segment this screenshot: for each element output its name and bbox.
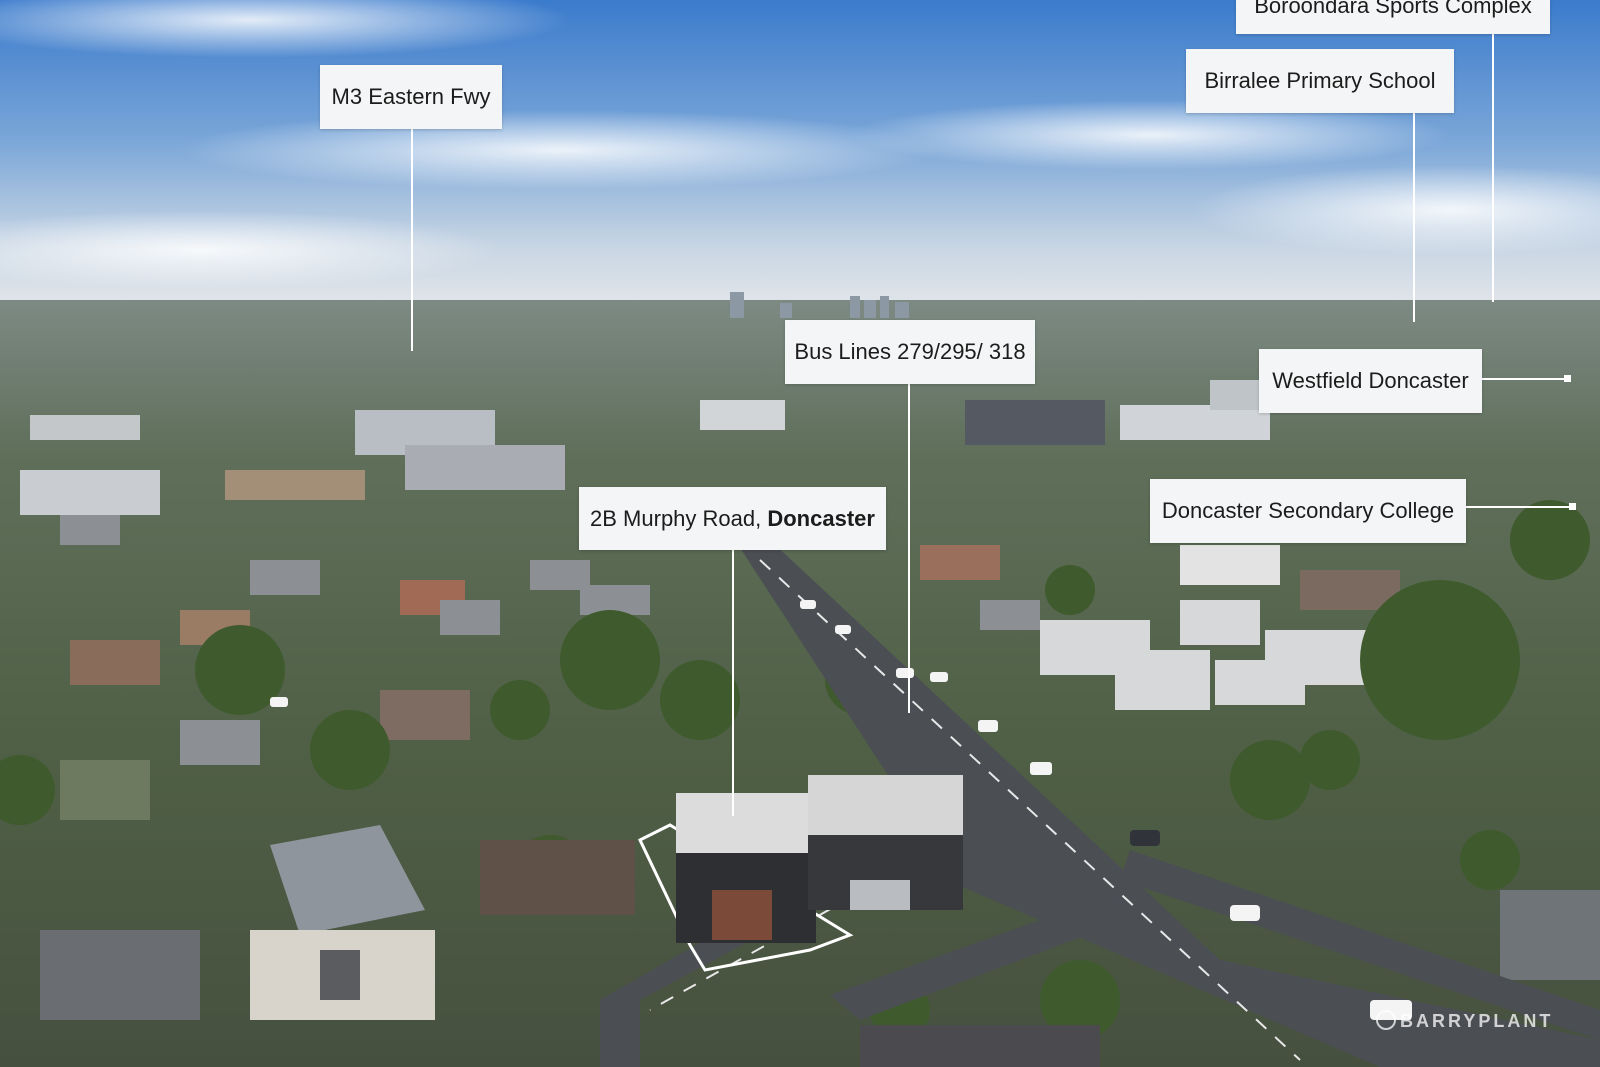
callout-doncaster-secondary-college: Doncaster Secondary College [1150,479,1466,543]
leader-line-subject [732,549,734,816]
cloud [180,110,940,190]
leader-line-secondary [1465,506,1570,508]
callout-label: Doncaster Secondary College [1161,498,1455,523]
leader-line-m3 [411,129,413,351]
callout-label: Birralee Primary School [1204,68,1436,93]
callout-boroondara-sports-complex: Boroondara Sports Complex [1236,0,1550,34]
callout-label: Westfield Doncaster [1272,368,1469,393]
callout-label: M3 Eastern Fwy [331,84,491,109]
watermark-logo-icon [1376,1010,1396,1030]
subject-suburb: Doncaster [767,505,875,531]
callout-subject-property: 2B Murphy Road, Doncaster [579,487,886,550]
callout-westfield-doncaster: Westfield Doncaster [1259,349,1482,413]
callout-label: Boroondara Sports Complex [1254,0,1532,18]
leader-line-birralee [1413,112,1415,322]
callout-m3-eastern-fwy: M3 Eastern Fwy [320,65,502,129]
aerial-map: Boroondara Sports Complex Birralee Prima… [0,0,1600,1067]
leader-marker-westfield [1564,375,1571,382]
leader-line-bus [908,383,910,713]
subject-address: 2B Murphy Road, [590,505,762,531]
watermark: BARRYPLANT [1376,1010,1553,1032]
callout-birralee-primary-school: Birralee Primary School [1186,49,1454,113]
callout-bus-lines: Bus Lines 279/295/ 318 [785,320,1035,384]
leader-marker-secondary [1569,503,1576,510]
watermark-text: BARRYPLANT [1400,1011,1554,1031]
callout-label: Bus Lines 279/295/ 318 [794,339,1026,364]
leader-line-westfield [1481,378,1565,380]
leader-line-boroondara [1492,32,1494,302]
